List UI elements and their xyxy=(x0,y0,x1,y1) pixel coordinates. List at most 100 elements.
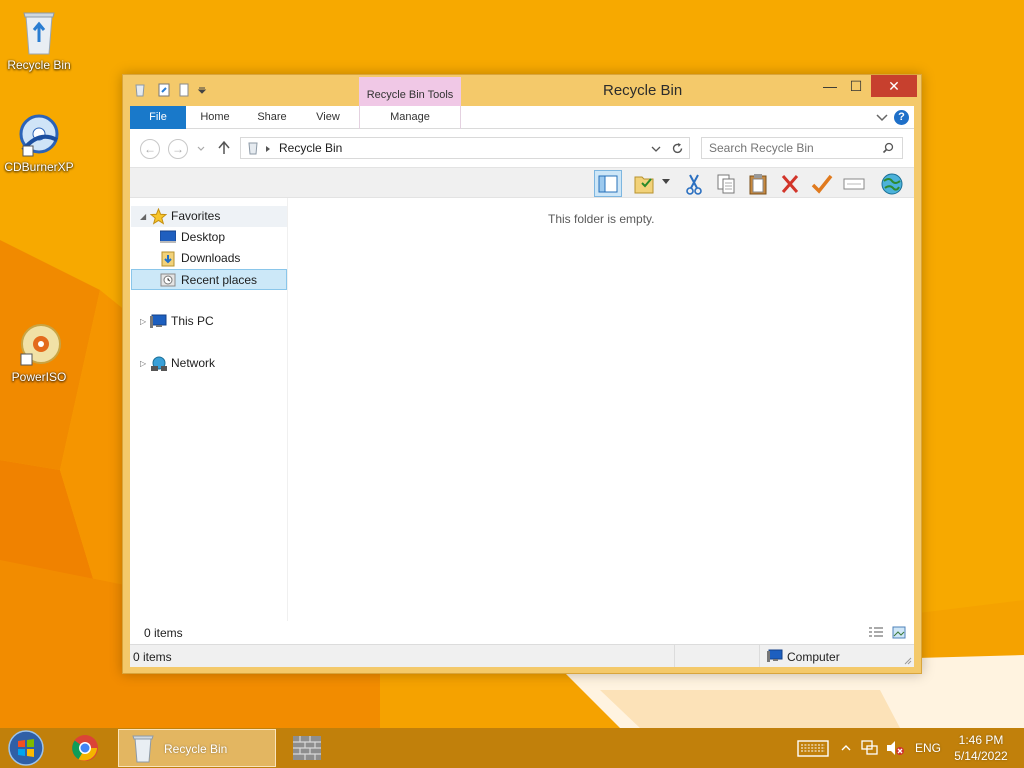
show-hidden-icons-chevron-icon[interactable] xyxy=(841,744,851,752)
rename-icon xyxy=(843,178,865,189)
explorer-window: Recycle Bin Tools Recycle Bin — ☐ ✕ File… xyxy=(122,74,922,674)
volume-muted-icon[interactable] xyxy=(885,740,905,756)
expand-ribbon-chevron-icon[interactable] xyxy=(876,113,888,123)
expand-arrow-icon[interactable]: ▷ xyxy=(140,311,146,332)
paste-button[interactable] xyxy=(744,170,772,197)
taskbar-chrome[interactable] xyxy=(61,730,109,766)
folder-options-icon xyxy=(634,176,654,193)
recycle-bin-small-icon[interactable] xyxy=(133,83,147,97)
recycle-bin-address-icon xyxy=(248,142,258,155)
navigation-pane: ◢ Favorites Desktop Downloads Recent pla… xyxy=(130,198,288,644)
help-icon[interactable]: ? xyxy=(894,110,909,125)
organize-dropdown-chevron-icon[interactable] xyxy=(662,179,670,185)
new-folder-icon[interactable] xyxy=(177,83,191,97)
recycle-bin-taskbar-icon xyxy=(132,735,154,763)
title-bar[interactable]: Recycle Bin Tools Recycle Bin — ☐ ✕ xyxy=(123,75,921,107)
customize-toolbar-chevron-icon[interactable] xyxy=(197,85,207,95)
forward-button[interactable]: → xyxy=(168,139,188,159)
address-bar[interactable]: Recycle Bin xyxy=(240,137,690,159)
chrome-icon xyxy=(72,735,98,761)
tab-manage[interactable]: Manage xyxy=(359,106,461,129)
back-button[interactable]: ← xyxy=(140,139,160,159)
close-button[interactable]: ✕ xyxy=(871,75,917,97)
search-input[interactable] xyxy=(702,138,880,158)
rename-button[interactable] xyxy=(840,170,868,197)
refresh-icon[interactable] xyxy=(671,142,684,155)
tree-item-downloads[interactable]: Downloads xyxy=(131,248,287,269)
cdburnerxp-icon xyxy=(19,114,59,157)
restore-button[interactable] xyxy=(808,170,836,197)
up-arrow-icon[interactable] xyxy=(217,140,231,156)
tree-item-desktop[interactable]: Desktop xyxy=(131,227,287,248)
status-location: Computer xyxy=(787,650,840,664)
network-status-icon[interactable] xyxy=(861,740,879,756)
desktop-icon-label: CDBurnerXP xyxy=(4,160,74,174)
windows-logo-icon xyxy=(8,730,44,766)
desktop-icon-label: PowerISO xyxy=(11,370,67,384)
expand-arrow-icon[interactable]: ▷ xyxy=(140,353,146,374)
clock-date: 5/14/2022 xyxy=(954,749,1008,763)
recent-locations-chevron-icon[interactable] xyxy=(196,145,206,153)
address-dropdown-chevron-icon[interactable] xyxy=(651,145,661,153)
clock-time: 1:46 PM xyxy=(958,733,1004,747)
empty-folder-message: This folder is empty. xyxy=(548,212,655,226)
preview-pane-button[interactable] xyxy=(594,170,622,197)
status-item-count: 0 items xyxy=(133,650,172,664)
breadcrumb-recycle-bin[interactable]: Recycle Bin xyxy=(279,141,342,155)
checkmark-icon xyxy=(811,174,833,194)
touch-keyboard-icon[interactable] xyxy=(797,740,829,757)
tree-item-recent-places[interactable]: Recent places xyxy=(131,269,287,290)
taskbar-recycle-bin[interactable]: Recycle Bin xyxy=(118,729,276,767)
maximize-button[interactable]: ☐ xyxy=(843,75,869,97)
desktop-icon-poweriso[interactable]: PowerISO xyxy=(1,320,77,384)
search-box[interactable] xyxy=(701,137,903,159)
details-item-count: 0 items xyxy=(144,626,183,640)
delete-icon xyxy=(781,174,799,193)
details-bar: 0 items xyxy=(130,621,914,644)
clock[interactable]: 1:46 PM 5/14/2022 xyxy=(948,732,1014,764)
tab-share[interactable]: Share xyxy=(247,106,297,129)
search-icon[interactable] xyxy=(882,142,894,154)
desktop-icon-label: Recycle Bin xyxy=(7,58,71,72)
organize-button[interactable] xyxy=(630,170,658,197)
tree-item-this-pc[interactable]: ▷ This PC xyxy=(131,311,287,332)
tab-home[interactable]: Home xyxy=(190,106,240,129)
status-divider xyxy=(759,645,760,667)
taskbar-firewall[interactable] xyxy=(283,730,331,766)
breadcrumb-separator-icon xyxy=(266,146,270,152)
delete-button[interactable] xyxy=(776,170,804,197)
properties-icon[interactable] xyxy=(157,83,171,97)
quick-access-toolbar xyxy=(133,83,207,97)
brick-wall-icon xyxy=(293,736,321,760)
collapse-arrow-icon[interactable]: ◢ xyxy=(140,206,146,227)
navigation-row: ← → Recycle Bin xyxy=(130,129,914,167)
details-view-icon[interactable] xyxy=(868,626,884,639)
tab-view[interactable]: View xyxy=(303,106,353,129)
tab-file[interactable]: File xyxy=(130,106,186,129)
large-icons-view-icon[interactable] xyxy=(892,626,906,639)
resize-grip-icon[interactable] xyxy=(902,655,912,665)
desktop-icon-recycle-bin[interactable]: Recycle Bin xyxy=(1,8,77,72)
tree-item-label: This PC xyxy=(171,314,214,328)
network-icon xyxy=(151,356,167,371)
desktop-icon-cdburnerxp[interactable]: CDBurnerXP xyxy=(1,110,77,174)
copy-icon xyxy=(717,174,735,193)
start-button[interactable] xyxy=(6,729,46,767)
cut-button[interactable] xyxy=(680,170,708,197)
contextual-tab-header: Recycle Bin Tools xyxy=(359,77,461,107)
tree-item-network[interactable]: ▷ Network xyxy=(131,353,287,374)
minimize-button[interactable]: — xyxy=(817,75,843,97)
internet-button[interactable] xyxy=(878,170,906,197)
star-icon xyxy=(150,208,167,225)
poweriso-icon xyxy=(20,324,61,366)
language-indicator[interactable]: ENG xyxy=(915,741,941,755)
status-divider xyxy=(674,645,675,667)
copy-button[interactable] xyxy=(712,170,740,197)
command-toolbar xyxy=(130,167,914,198)
paste-icon xyxy=(749,173,767,194)
computer-small-icon xyxy=(767,649,783,662)
content-area: ◢ Favorites Desktop Downloads Recent pla… xyxy=(130,198,914,644)
preview-pane-icon xyxy=(598,175,618,192)
tree-item-label: Downloads xyxy=(181,251,241,265)
tree-item-favorites[interactable]: ◢ Favorites xyxy=(131,206,287,227)
